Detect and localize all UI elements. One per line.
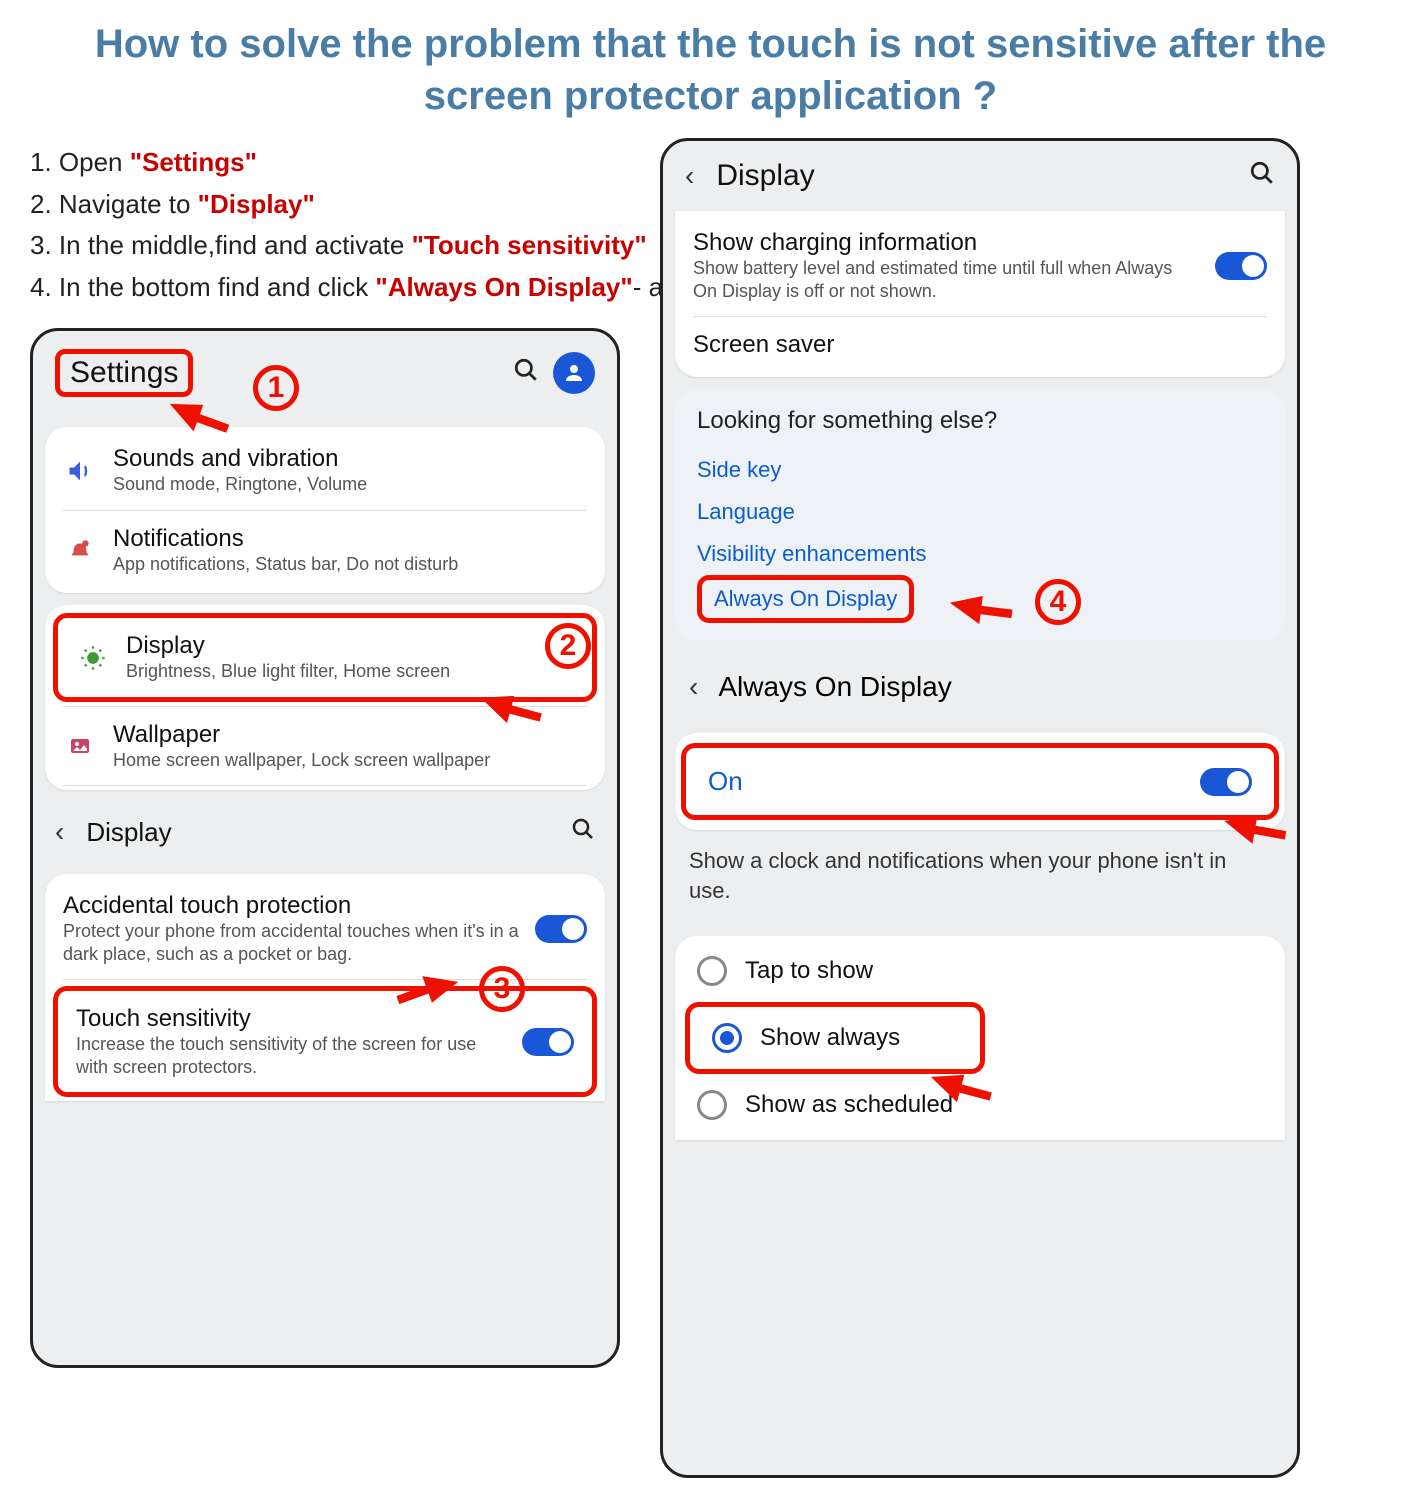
option-label: Tap to show [745, 957, 873, 985]
settings-row-sounds[interactable]: Sounds and vibrationSound mode, Ringtone… [45, 431, 605, 510]
display-title: Display [86, 817, 171, 848]
phone-screenshot-right: ‹ Display Show charging informationShow … [660, 138, 1300, 1478]
row-title: Show charging information [693, 229, 1199, 257]
option-label: Show as scheduled [745, 1091, 953, 1119]
aod-title: Always On Display [718, 671, 951, 703]
phone-screenshot-left: Settings 1 Sounds and vibrationSound mod… [30, 328, 620, 1368]
option-label: Show always [760, 1024, 900, 1052]
row-title: Sounds and vibration [113, 445, 587, 473]
back-icon[interactable]: ‹ [55, 816, 64, 848]
looking-for-title: Looking for something else? [697, 407, 1263, 435]
settings-header: Settings [33, 331, 617, 415]
display-title: Display [716, 159, 814, 193]
settings-card-2: DisplayBrightness, Blue light filter, Ho… [45, 605, 605, 790]
back-icon[interactable]: ‹ [689, 671, 698, 703]
on-label: On [708, 766, 743, 797]
arrow-annotation [943, 565, 1027, 649]
screen-saver-row[interactable]: Screen saver [675, 317, 1285, 373]
aod-header: ‹ Always On Display [663, 653, 1297, 721]
accidental-touch-row[interactable]: Accidental touch protectionProtect your … [45, 878, 605, 979]
row-sub: Home screen wallpaper, Lock screen wallp… [113, 749, 587, 772]
profile-avatar[interactable] [553, 352, 595, 394]
charging-info-toggle[interactable] [1215, 252, 1267, 280]
aod-on-row[interactable]: On [681, 743, 1279, 820]
row-title: Accidental touch protection [63, 892, 519, 920]
option-show-always[interactable]: Show always [685, 1002, 985, 1074]
volume-icon [63, 454, 97, 488]
link-language[interactable]: Language [697, 491, 1263, 533]
link-side-key[interactable]: Side key [697, 449, 1263, 491]
aod-toggle[interactable] [1200, 768, 1252, 796]
settings-card-1: Sounds and vibrationSound mode, Ringtone… [45, 427, 605, 593]
link-visibility[interactable]: Visibility enhancements [697, 533, 1263, 575]
image-icon [63, 729, 97, 763]
search-icon[interactable] [1249, 160, 1275, 193]
row-sub: Sound mode, Ringtone, Volume [113, 473, 587, 496]
display-card: Accidental touch protectionProtect your … [45, 874, 605, 1101]
radio-icon[interactable] [712, 1023, 742, 1053]
option-tap-to-show[interactable]: Tap to show [675, 940, 1285, 1002]
step-badge-4: 4 [1035, 579, 1081, 625]
aod-description: Show a clock and notifications when your… [663, 842, 1297, 923]
radio-icon[interactable] [697, 1090, 727, 1120]
settings-title: Settings [70, 356, 178, 389]
row-sub: App notifications, Status bar, Do not di… [113, 553, 587, 576]
accidental-touch-toggle[interactable] [535, 915, 587, 943]
touch-sensitivity-toggle[interactable] [522, 1028, 574, 1056]
search-icon[interactable] [571, 817, 595, 848]
row-title: Notifications [113, 525, 587, 553]
page-title: How to solve the problem that the touch … [0, 0, 1421, 132]
row-title: Display [126, 632, 574, 660]
search-icon[interactable] [513, 357, 539, 390]
sun-icon [76, 641, 110, 675]
bell-icon [63, 533, 97, 567]
aod-options-card: Tap to show Show always Show as schedule… [675, 936, 1285, 1140]
display-header: ‹ Display [33, 802, 617, 862]
aod-on-card: On [675, 733, 1285, 830]
back-icon[interactable]: ‹ [685, 160, 694, 192]
row-title: Screen saver [693, 331, 1267, 359]
display-header: ‹ Display [663, 141, 1297, 211]
display-card: Show charging informationShow battery le… [675, 211, 1285, 377]
row-sub: Increase the touch sensitivity of the sc… [76, 1033, 506, 1078]
row-sub: Show battery level and estimated time un… [693, 257, 1199, 302]
settings-title-highlight: Settings [55, 349, 193, 397]
looking-for-panel: Looking for something else? Side key Lan… [675, 389, 1285, 641]
row-sub: Protect your phone from accidental touch… [63, 920, 519, 965]
settings-row-notifications[interactable]: NotificationsApp notifications, Status b… [45, 511, 605, 590]
charging-info-row[interactable]: Show charging informationShow battery le… [675, 215, 1285, 316]
radio-icon[interactable] [697, 956, 727, 986]
link-always-on-display[interactable]: Always On Display [697, 575, 914, 623]
